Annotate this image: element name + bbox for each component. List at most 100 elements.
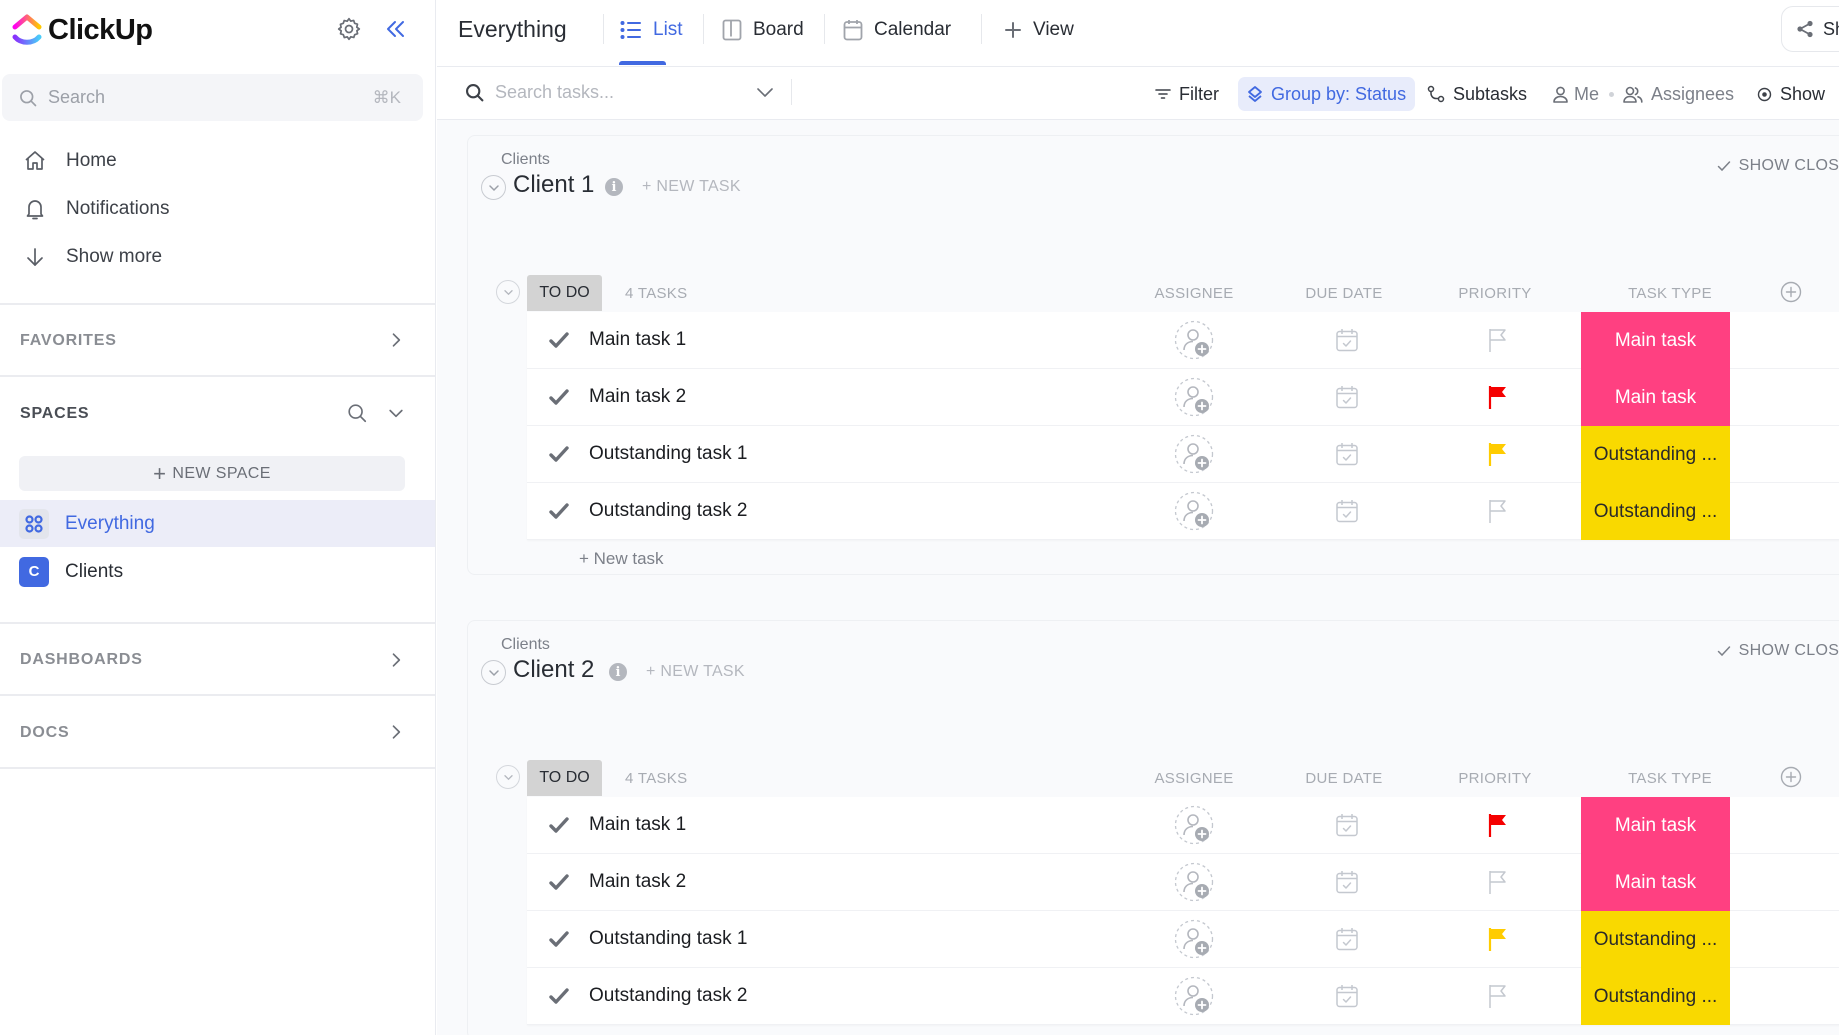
add-assignee-icon[interactable] [1174, 320, 1214, 360]
list-title[interactable]: Client 1 [513, 171, 594, 199]
due-date-icon[interactable] [1334, 384, 1360, 410]
chevron-down-icon[interactable] [756, 86, 774, 100]
chevron-right-icon[interactable] [386, 650, 406, 670]
check-icon[interactable] [549, 816, 569, 834]
check-icon[interactable] [549, 930, 569, 948]
tab-calendar[interactable]: Calendar [843, 14, 951, 46]
task-type-badge[interactable]: Main task [1581, 369, 1730, 426]
priority-flag-icon[interactable] [1487, 498, 1509, 524]
task-type-badge[interactable]: Outstanding ... [1581, 483, 1730, 540]
add-assignee-icon[interactable] [1174, 976, 1214, 1016]
task-type-badge[interactable]: Outstanding ... [1581, 968, 1730, 1025]
add-assignee-icon[interactable] [1174, 377, 1214, 417]
column-header-due-date[interactable]: DUE DATE [1284, 285, 1404, 302]
check-icon[interactable] [549, 987, 569, 1005]
task-name[interactable]: Outstanding task 2 [589, 985, 747, 1007]
task-type-badge[interactable]: Main task [1581, 797, 1730, 854]
due-date-icon[interactable] [1334, 327, 1360, 353]
add-assignee-icon[interactable] [1174, 805, 1214, 845]
priority-flag-icon[interactable] [1487, 812, 1509, 838]
add-assignee-icon[interactable] [1174, 491, 1214, 531]
chevron-down-icon[interactable] [386, 403, 406, 423]
chevron-right-icon[interactable] [386, 330, 406, 350]
collapse-sidebar-icon[interactable] [384, 17, 408, 41]
task-row[interactable]: Main task 1 Main task [527, 797, 1839, 854]
add-assignee-icon[interactable] [1174, 919, 1214, 959]
search-spaces-icon[interactable] [346, 402, 368, 424]
add-view-button[interactable]: View [1004, 14, 1074, 46]
clickup-logo[interactable]: ClickUp [12, 10, 153, 50]
priority-flag-icon[interactable] [1487, 384, 1509, 410]
collapse-status-button[interactable] [496, 280, 520, 304]
subtasks-button[interactable]: Subtasks [1427, 77, 1527, 111]
me-filter-button[interactable]: Me [1553, 77, 1599, 111]
sidebar-search-input[interactable]: Search ⌘K [2, 74, 423, 121]
add-new-task-row[interactable]: + New task [579, 549, 664, 569]
due-date-icon[interactable] [1334, 983, 1360, 1009]
priority-flag-icon[interactable] [1487, 441, 1509, 467]
column-header-task-type[interactable]: TASK TYPE [1610, 285, 1730, 302]
due-date-icon[interactable] [1334, 869, 1360, 895]
check-icon[interactable] [549, 502, 569, 520]
show-button[interactable]: Show [1757, 77, 1825, 111]
sidebar-item-clients[interactable]: C Clients [0, 548, 435, 595]
task-name[interactable]: Outstanding task 2 [589, 500, 747, 522]
status-badge[interactable]: TO DO [527, 275, 602, 311]
info-icon[interactable]: i [605, 178, 623, 196]
sidebar-item-everything[interactable]: Everything [0, 500, 435, 547]
sidebar-item-notifications[interactable]: Notifications [22, 194, 170, 224]
due-date-icon[interactable] [1334, 812, 1360, 838]
group-by-button[interactable]: Group by: Status [1238, 77, 1416, 111]
check-icon[interactable] [549, 873, 569, 891]
priority-flag-icon[interactable] [1487, 926, 1509, 952]
priority-flag-icon[interactable] [1487, 983, 1509, 1009]
due-date-icon[interactable] [1334, 441, 1360, 467]
column-header-priority[interactable]: PRIORITY [1435, 285, 1555, 302]
add-column-icon[interactable] [1780, 766, 1802, 788]
due-date-icon[interactable] [1334, 926, 1360, 952]
column-header-due-date[interactable]: DUE DATE [1284, 770, 1404, 787]
assignees-button[interactable]: Assignees [1623, 77, 1734, 111]
new-space-button[interactable]: + NEW SPACE [19, 456, 405, 491]
show-closed-button[interactable]: SHOW CLOSED [1717, 157, 1839, 175]
collapse-status-button[interactable] [496, 765, 520, 789]
info-icon[interactable]: i [609, 663, 627, 681]
show-closed-button[interactable]: SHOW CLOSED [1717, 642, 1839, 660]
column-header-priority[interactable]: PRIORITY [1435, 770, 1555, 787]
tab-list[interactable]: List [620, 14, 683, 46]
new-task-button[interactable]: + NEW TASK [642, 178, 741, 196]
column-header-assignee[interactable]: ASSIGNEE [1134, 770, 1254, 787]
sidebar-item-home[interactable]: Home [22, 146, 117, 176]
check-icon[interactable] [549, 445, 569, 463]
task-row[interactable]: Outstanding task 1 Outstanding ... [527, 911, 1839, 968]
task-row[interactable]: Outstanding task 1 Outstanding ... [527, 426, 1839, 483]
task-name[interactable]: Main task 2 [589, 871, 686, 893]
collapse-group-button[interactable] [481, 660, 506, 685]
task-type-badge[interactable]: Main task [1581, 312, 1730, 369]
sidebar-item-show-more[interactable]: Show more [22, 242, 162, 272]
add-assignee-icon[interactable] [1174, 434, 1214, 474]
task-row[interactable]: Main task 2 Main task [527, 854, 1839, 911]
column-header-assignee[interactable]: ASSIGNEE [1134, 285, 1254, 302]
check-icon[interactable] [549, 388, 569, 406]
priority-flag-icon[interactable] [1487, 327, 1509, 353]
task-search-input[interactable]: Search tasks... [464, 82, 773, 103]
task-name[interactable]: Outstanding task 1 [589, 443, 747, 465]
task-row[interactable]: Outstanding task 2 Outstanding ... [527, 968, 1839, 1025]
task-type-badge[interactable]: Outstanding ... [1581, 426, 1730, 483]
docs-heading[interactable]: DOCS [20, 724, 69, 742]
favorites-heading[interactable]: FAVORITES [20, 332, 117, 350]
chevron-right-icon[interactable] [386, 722, 406, 742]
check-icon[interactable] [549, 331, 569, 349]
status-badge[interactable]: TO DO [527, 760, 602, 796]
list-breadcrumb[interactable]: Clients [501, 636, 550, 654]
task-name[interactable]: Main task 1 [589, 814, 686, 836]
list-title[interactable]: Client 2 [513, 656, 594, 684]
dashboards-heading[interactable]: DASHBOARDS [20, 651, 143, 669]
task-name[interactable]: Outstanding task 1 [589, 928, 747, 950]
due-date-icon[interactable] [1334, 498, 1360, 524]
share-button[interactable]: Sh [1781, 6, 1839, 52]
add-assignee-icon[interactable] [1174, 862, 1214, 902]
column-header-task-type[interactable]: TASK TYPE [1610, 770, 1730, 787]
task-row[interactable]: Outstanding task 2 Outstanding ... [527, 483, 1839, 540]
